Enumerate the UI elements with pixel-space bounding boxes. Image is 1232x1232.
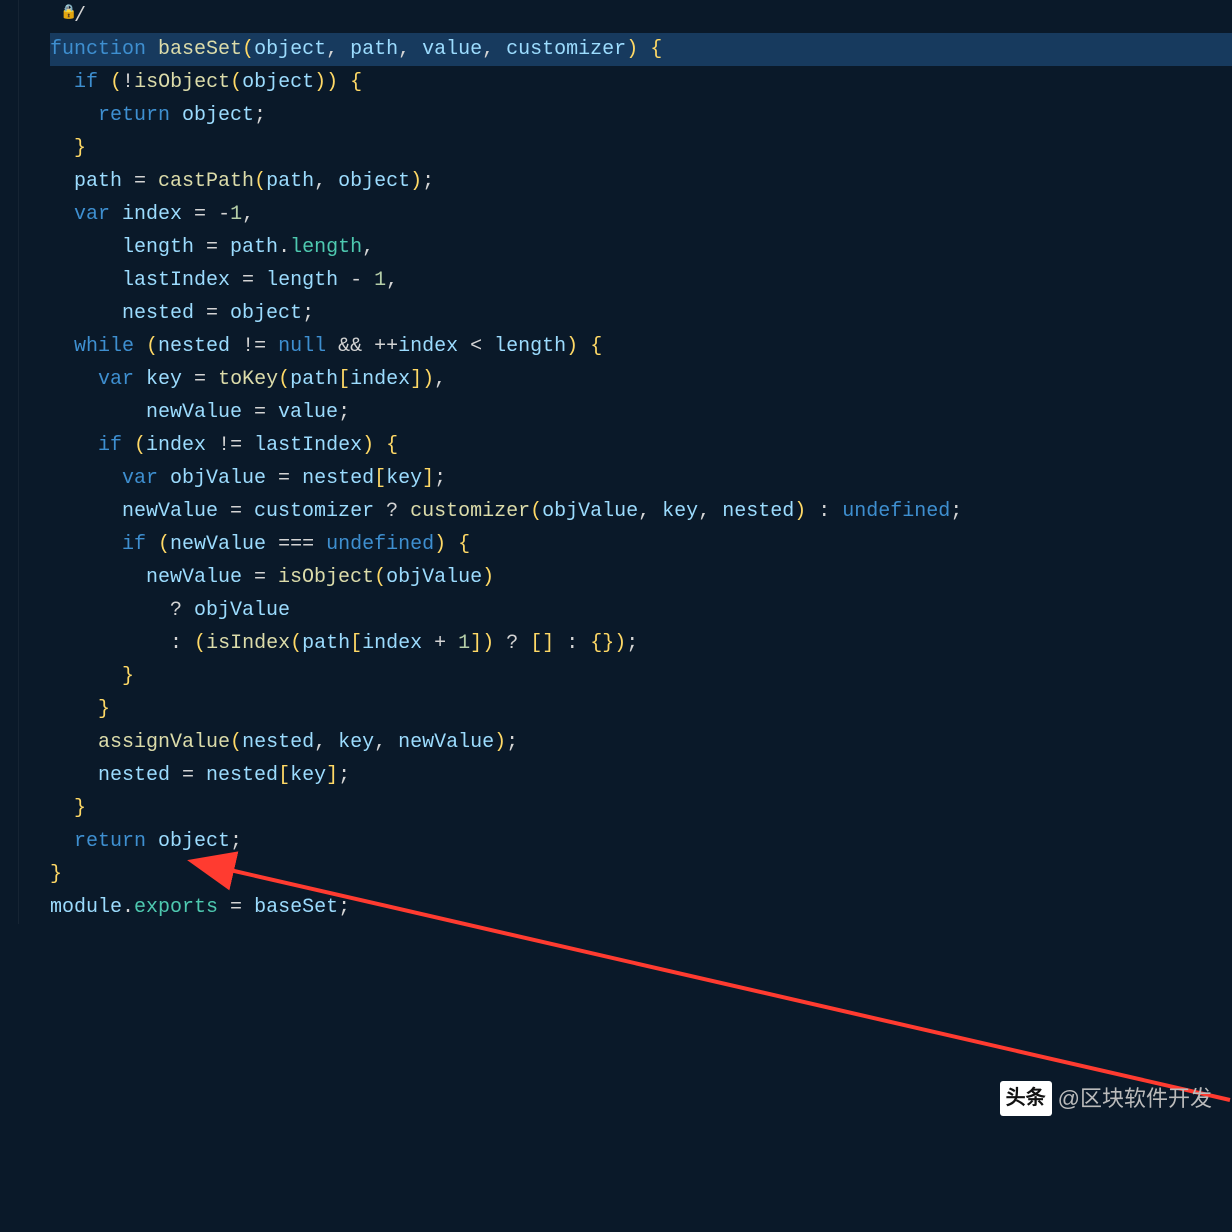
code-line: } bbox=[50, 693, 1232, 726]
code-line: } bbox=[50, 792, 1232, 825]
code-editor[interactable]: 🔒 */ function baseSet(object, path, valu… bbox=[0, 0, 1232, 924]
code-line-highlighted: function baseSet(object, path, value, cu… bbox=[50, 33, 1232, 66]
code-line: var key = toKey(path[index]), bbox=[50, 363, 1232, 396]
code-line: if (index != lastIndex) { bbox=[50, 429, 1232, 462]
lock-icon: 🔒 bbox=[60, 2, 77, 25]
code-line: return object; bbox=[50, 99, 1232, 132]
code-line: */ bbox=[50, 0, 1232, 33]
code-line: var objValue = nested[key]; bbox=[50, 462, 1232, 495]
code-line: newValue = isObject(objValue) bbox=[50, 561, 1232, 594]
code-line: while (nested != null && ++index < lengt… bbox=[50, 330, 1232, 363]
code-line: assignValue(nested, key, newValue); bbox=[50, 726, 1232, 759]
watermark-handle: @区块软件开发 bbox=[1058, 1081, 1212, 1117]
code-line: if (!isObject(object)) { bbox=[50, 66, 1232, 99]
code-line: newValue = customizer ? customizer(objVa… bbox=[50, 495, 1232, 528]
code-line: newValue = value; bbox=[50, 396, 1232, 429]
code-line: nested = nested[key]; bbox=[50, 759, 1232, 792]
code-line: } bbox=[50, 858, 1232, 891]
editor-gutter bbox=[0, 0, 19, 924]
code-line: } bbox=[50, 660, 1232, 693]
code-line: nested = object; bbox=[50, 297, 1232, 330]
code-line: : (isIndex(path[index + 1]) ? [] : {}); bbox=[50, 627, 1232, 660]
code-line: module.exports = baseSet; bbox=[50, 891, 1232, 924]
code-line: length = path.length, bbox=[50, 231, 1232, 264]
code-content[interactable]: */ function baseSet(object, path, value,… bbox=[30, 0, 1232, 924]
code-line: var index = -1, bbox=[50, 198, 1232, 231]
code-line: path = castPath(path, object); bbox=[50, 165, 1232, 198]
code-line: return object; bbox=[50, 825, 1232, 858]
code-line: } bbox=[50, 132, 1232, 165]
watermark-label: 头条 bbox=[1000, 1081, 1052, 1116]
code-line: lastIndex = length - 1, bbox=[50, 264, 1232, 297]
watermark: 头条 @区块软件开发 bbox=[1000, 1081, 1212, 1117]
code-line: ? objValue bbox=[50, 594, 1232, 627]
code-line: if (newValue === undefined) { bbox=[50, 528, 1232, 561]
